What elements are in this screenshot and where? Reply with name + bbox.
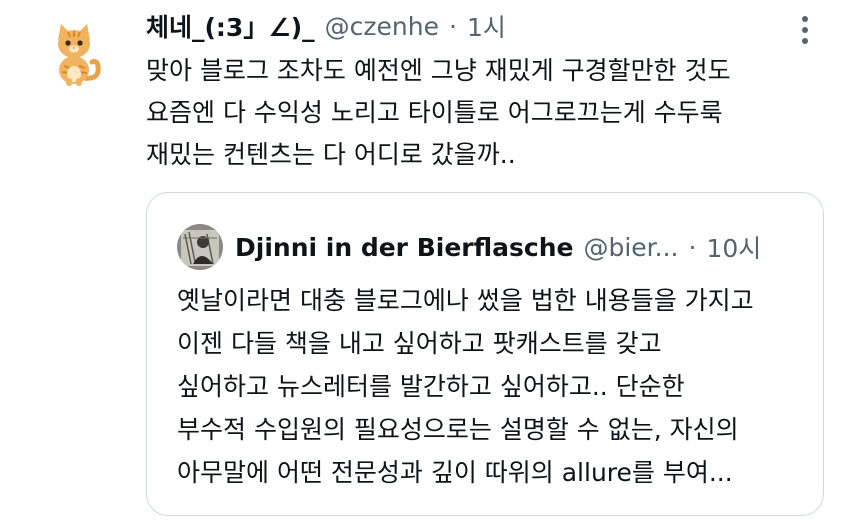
tweet-timestamp[interactable]: 1시 bbox=[467, 8, 506, 44]
user-handle[interactable]: @czenhe bbox=[325, 12, 439, 41]
quoted-text-line: 옛날이라면 대충 블로그에나 썼을 법한 내용들을 가지고 bbox=[177, 286, 754, 315]
quoted-display-name[interactable]: Djinni in der Bierflasche bbox=[235, 233, 573, 262]
tweet-text-line: 맞아 블로그 조차도 예전엔 그냥 재밌게 구경할만한 것도 bbox=[146, 56, 731, 85]
quoted-avatar[interactable] bbox=[177, 224, 223, 270]
tweet-header: 체네_(:3」∠)_ @czenhe · 1시 bbox=[146, 6, 506, 46]
quoted-text: 옛날이라면 대충 블로그에나 썼을 법한 내용들을 가지고 이젠 다들 책을 내… bbox=[177, 279, 807, 494]
quoted-text-line: 아무말에 어떤 전문성과 깊이 따위의 allure를 부여... bbox=[177, 458, 733, 487]
more-options-button[interactable] bbox=[793, 12, 817, 48]
more-options-icon bbox=[802, 16, 808, 22]
quoted-tweet[interactable]: Djinni in der Bierflasche @bier... · 10시… bbox=[146, 192, 824, 516]
display-name[interactable]: 체네_(:3」∠)_ bbox=[146, 8, 315, 44]
tweet-text-line: 재밌는 컨텐츠는 다 어디로 갔을까.. bbox=[146, 140, 516, 169]
quoted-text-line: 부수적 수입원의 필요성으로는 설명할 수 없는, 자신의 bbox=[177, 415, 739, 444]
quoted-timestamp[interactable]: 10시 bbox=[706, 229, 761, 265]
quoted-text-line: 싶어하고 뉴스레터를 발간하고 싶어하고.. 단순한 bbox=[177, 372, 685, 401]
quoted-header: Djinni in der Bierflasche @bier... · 10시 bbox=[235, 225, 761, 269]
avatar[interactable] bbox=[40, 18, 112, 90]
quoted-handle[interactable]: @bier... bbox=[583, 233, 678, 262]
orange-tabby-cat-icon bbox=[58, 24, 101, 86]
quoted-text-line: 이젠 다들 책을 내고 싶어하고 팟캐스트를 갖고 bbox=[177, 329, 662, 358]
sketch-portrait-icon bbox=[177, 224, 223, 270]
tweet-text: 맞아 블로그 조차도 예전엔 그냥 재밌게 구경할만한 것도 요즘엔 다 수익성… bbox=[146, 50, 836, 176]
tweet-text-line: 요즘엔 다 수익성 노리고 타이틀로 어그로끄는게 수두룩 bbox=[146, 98, 723, 127]
separator-dot: · bbox=[688, 232, 697, 262]
separator-dot: · bbox=[449, 11, 457, 41]
